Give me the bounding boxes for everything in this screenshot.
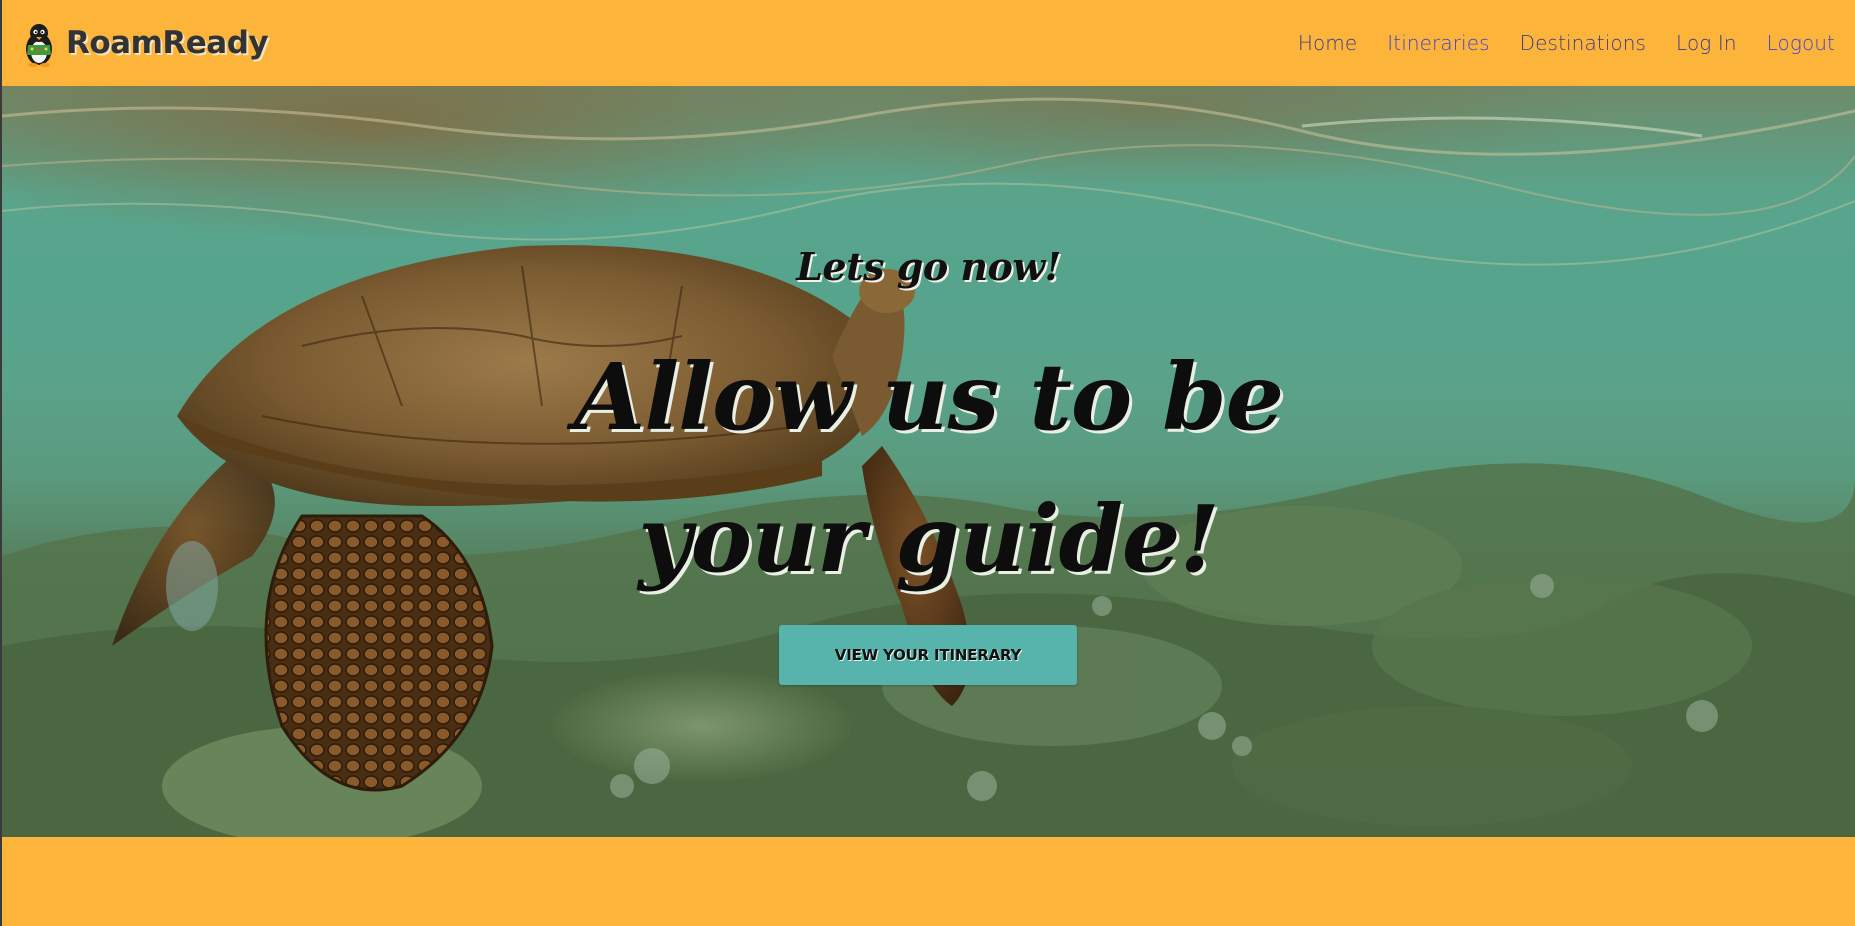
hero-headline-line2: your guide! (638, 485, 1220, 593)
penguin-logo-icon (26, 24, 52, 67)
nav-itineraries-link[interactable]: Itineraries (1387, 33, 1489, 53)
hero-section: Lets go now! Allow us to be your guide! … (2, 86, 1855, 837)
nav-destinations-link[interactable]: Destinations (1520, 33, 1646, 53)
navbar: RoamReady Home Itineraries Destinations … (2, 0, 1855, 86)
hero-headline-line1: Allow us to be (573, 343, 1284, 451)
brand-link[interactable]: RoamReady (20, 0, 269, 86)
view-itinerary-button[interactable]: VIEW YOUR ITINERARY (779, 625, 1077, 685)
footer-band (2, 837, 1855, 926)
hero-tagline: Lets go now! (796, 244, 1061, 289)
page: RoamReady Home Itineraries Destinations … (0, 0, 1855, 926)
brand-name: RoamReady (66, 24, 269, 61)
nav-login-link[interactable]: Log In (1676, 33, 1737, 53)
hero-headline: Allow us to be your guide! (2, 326, 1855, 610)
hero-content: Lets go now! Allow us to be your guide! … (2, 86, 1855, 837)
nav-links: Home Itineraries Destinations Log In Log… (1268, 33, 1835, 53)
nav-logout-link[interactable]: Logout (1767, 33, 1835, 53)
nav-home-link[interactable]: Home (1298, 33, 1357, 53)
